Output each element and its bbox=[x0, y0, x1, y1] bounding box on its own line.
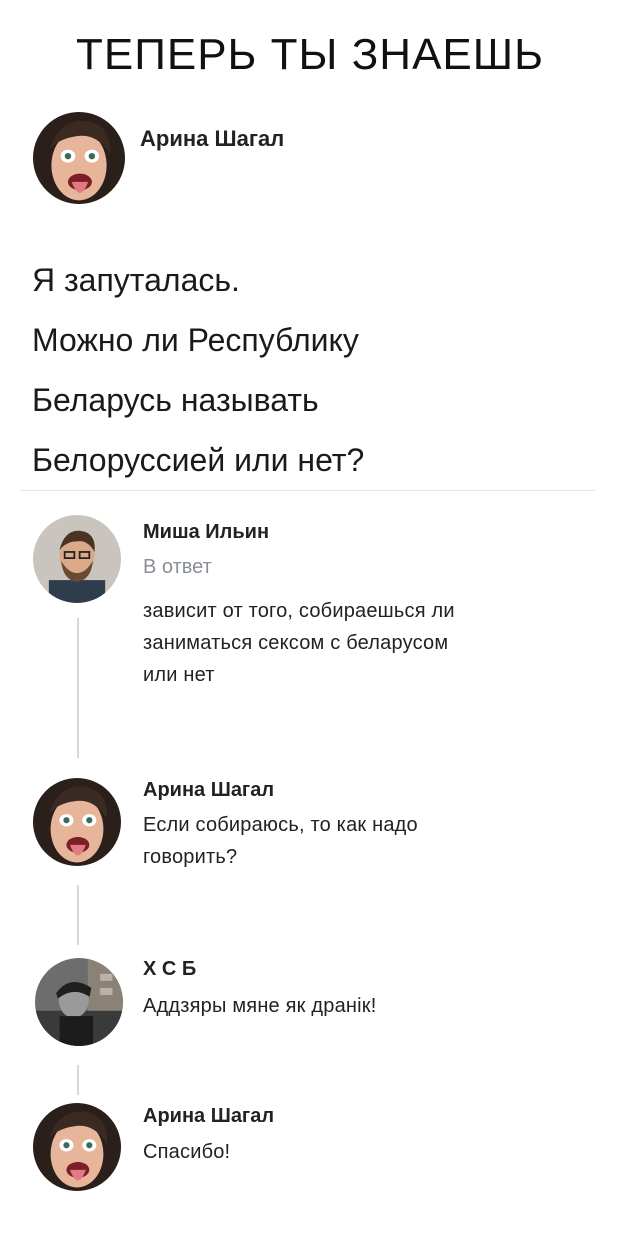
comment-author[interactable]: Миша Ильин bbox=[143, 521, 269, 544]
comment-line: зависит от того, собираешься ли bbox=[143, 600, 455, 622]
comment-line: Спасибо! bbox=[143, 1141, 231, 1163]
comment-line: Аддзяры мяне як дранік! bbox=[143, 995, 377, 1017]
thread-line bbox=[77, 885, 79, 945]
post-author-name[interactable]: Арина Шагал bbox=[140, 126, 284, 152]
comment-avatar-arina[interactable] bbox=[33, 1103, 121, 1191]
comment-line: или нет bbox=[143, 664, 215, 686]
comment-text: Спасибо! bbox=[143, 1136, 583, 1168]
post-line: Я запуталась. bbox=[32, 262, 240, 298]
divider bbox=[20, 490, 595, 491]
comment-line: Если собираюсь, то как надо bbox=[143, 814, 418, 836]
comment-avatar-xsb[interactable] bbox=[35, 958, 123, 1046]
comment-text: Если собираюсь, то как надо говорить? bbox=[143, 809, 583, 873]
comment-author[interactable]: Х С Б bbox=[143, 958, 196, 981]
post-text: Я запуталась. Можно ли Республику Белару… bbox=[32, 250, 592, 490]
comment-avatar-arina[interactable] bbox=[33, 778, 121, 866]
thread-line bbox=[77, 1065, 79, 1095]
comment-avatar-misha[interactable] bbox=[33, 515, 121, 603]
reply-label[interactable]: В ответ bbox=[143, 556, 212, 579]
headline: ТЕПЕРЬ ТЫ ЗНАЕШЬ bbox=[76, 30, 544, 79]
comment-line: говорить? bbox=[143, 846, 238, 868]
comment-text: зависит от того, собираешься ли занимать… bbox=[143, 595, 583, 691]
comment-author[interactable]: Арина Шагал bbox=[143, 1105, 274, 1128]
comment-author[interactable]: Арина Шагал bbox=[143, 779, 274, 802]
post-line: Беларусь называть bbox=[32, 382, 319, 418]
post-line: Можно ли Республику bbox=[32, 322, 359, 358]
thread-line bbox=[77, 618, 79, 758]
comment-line: заниматься сексом с беларусом bbox=[143, 632, 449, 654]
comment-text: Аддзяры мяне як дранік! bbox=[143, 990, 583, 1022]
post-author-avatar[interactable] bbox=[33, 112, 125, 204]
post-line: Белоруссией или нет? bbox=[32, 442, 365, 478]
